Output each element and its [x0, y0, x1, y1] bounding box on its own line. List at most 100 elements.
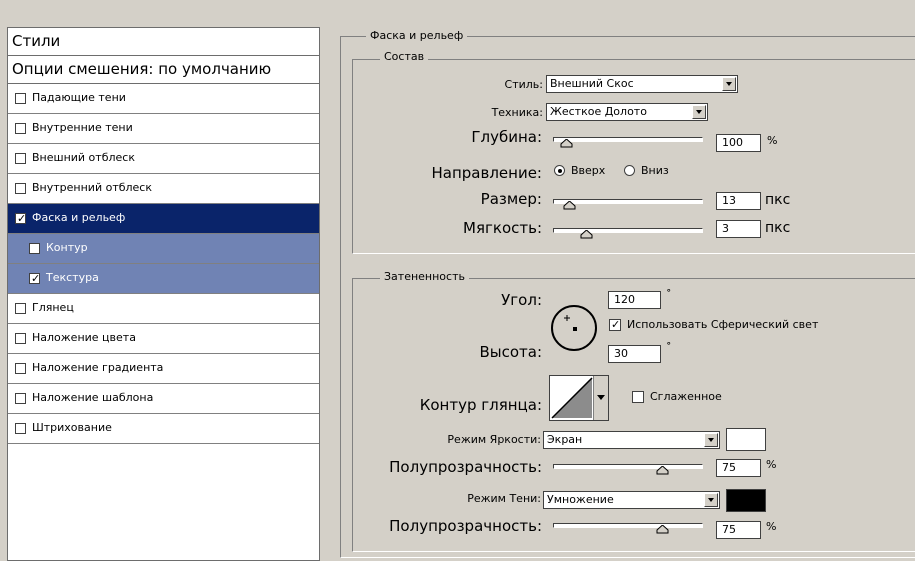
highlight-opacity-input[interactable]: 75: [716, 459, 761, 477]
shadow-opacity-slider[interactable]: [553, 523, 703, 528]
style-item-label: Текстура: [46, 271, 99, 284]
highlight-mode-label: Режим Яркости:: [447, 433, 541, 446]
styles-list-panel: Стили Опции смешения: по умолчанию Падаю…: [7, 27, 320, 561]
highlight-mode-value: Экран: [547, 433, 583, 446]
style-item[interactable]: Контур: [8, 234, 319, 264]
chevron-down-icon[interactable]: [704, 493, 718, 507]
styles-list-empty-area: [8, 444, 319, 560]
size-input[interactable]: 13: [716, 192, 761, 210]
style-item[interactable]: Глянец: [8, 294, 319, 324]
shadow-opacity-input[interactable]: 75: [716, 521, 761, 539]
gloss-contour-picker[interactable]: [549, 375, 609, 421]
angle-label: Угол:: [501, 291, 542, 309]
altitude-label: Высота:: [479, 343, 542, 361]
depth-slider-thumb[interactable]: [560, 138, 573, 148]
bevel-emboss-title: Фаска и рельеф: [366, 29, 468, 42]
depth-label: Глубина:: [471, 128, 542, 146]
depth-unit: %: [767, 134, 778, 147]
style-dropdown[interactable]: Внешний Скос: [546, 75, 738, 93]
highlight-opacity-label: Полупрозрачность:: [389, 458, 542, 476]
style-item[interactable]: ✓ Текстура: [8, 264, 319, 294]
technique-dropdown-value: Жесткое Долото: [550, 105, 647, 118]
style-item-checkbox[interactable]: [15, 393, 26, 404]
check-icon: ✓: [31, 272, 41, 285]
highlight-color-swatch[interactable]: [726, 428, 766, 451]
style-item-checkbox[interactable]: [15, 363, 26, 374]
highlight-opacity-slider[interactable]: [553, 464, 703, 469]
style-item-label: Контур: [46, 241, 88, 254]
chevron-down-icon[interactable]: [722, 77, 736, 91]
shadow-color-swatch[interactable]: [726, 489, 766, 512]
chevron-down-icon[interactable]: [704, 433, 718, 447]
highlight-mode-dropdown[interactable]: Экран: [543, 431, 720, 449]
anti-aliased-label[interactable]: Сглаженное: [650, 390, 722, 403]
soften-slider[interactable]: [553, 228, 703, 233]
angle-unit: ˚: [666, 288, 672, 301]
technique-dropdown[interactable]: Жесткое Долото: [546, 103, 708, 121]
direction-down-label[interactable]: Вниз: [641, 164, 669, 177]
global-light-checkbox[interactable]: ✓: [609, 318, 621, 331]
style-item-label: Наложение цвета: [32, 331, 136, 344]
shadow-opacity-slider-thumb[interactable]: [656, 524, 669, 534]
altitude-unit: ˚: [666, 341, 672, 354]
shadow-mode-value: Умножение: [547, 493, 614, 506]
style-item-label: Штрихование: [32, 421, 112, 434]
style-item-label: Наложение шаблона: [32, 391, 154, 404]
style-item[interactable]: Внешний отблеск: [8, 144, 319, 174]
style-item-checkbox[interactable]: [15, 153, 26, 164]
shadow-mode-dropdown[interactable]: Умножение: [543, 491, 720, 509]
angle-input[interactable]: 120: [608, 291, 661, 309]
style-item-label: Фаска и рельеф: [32, 211, 126, 224]
shading-title: Затененность: [380, 270, 469, 283]
soften-unit: пкс: [765, 220, 791, 236]
direction-up-radio[interactable]: [554, 165, 565, 176]
style-item-checkbox[interactable]: [29, 243, 40, 254]
highlight-opacity-unit: %: [766, 458, 777, 471]
blending-options-item[interactable]: Опции смешения: по умолчанию: [8, 56, 319, 84]
size-slider-thumb[interactable]: [563, 200, 576, 210]
style-item-label: Падающие тени: [32, 91, 126, 104]
style-item-checkbox[interactable]: ✓: [15, 212, 26, 225]
styles-header[interactable]: Стили: [8, 28, 319, 56]
technique-label: Техника:: [491, 106, 543, 119]
structure-title: Состав: [380, 50, 429, 63]
highlight-opacity-slider-thumb[interactable]: [656, 465, 669, 475]
style-item-label: Наложение градиента: [32, 361, 164, 374]
shadow-mode-label: Режим Тени:: [467, 492, 541, 505]
soften-input[interactable]: 3: [716, 220, 761, 238]
style-item[interactable]: ✓ Фаска и рельеф: [8, 204, 319, 234]
style-item[interactable]: Внутренние тени: [8, 114, 319, 144]
style-item-checkbox[interactable]: [15, 123, 26, 134]
chevron-down-icon[interactable]: [692, 105, 706, 119]
style-item-checkbox[interactable]: [15, 183, 26, 194]
global-light-label[interactable]: Использовать Сферический свет: [627, 318, 818, 331]
style-item-checkbox[interactable]: [15, 423, 26, 434]
style-item-checkbox[interactable]: [15, 93, 26, 104]
direction-down-radio[interactable]: [624, 165, 635, 176]
style-item[interactable]: Внутренний отблеск: [8, 174, 319, 204]
depth-input[interactable]: 100: [716, 134, 761, 152]
check-icon: ✓: [611, 318, 621, 331]
soften-label: Мягкость:: [463, 219, 542, 237]
gloss-contour-label: Контур глянца:: [419, 396, 542, 414]
style-item[interactable]: Падающие тени: [8, 84, 319, 114]
direction-up-label[interactable]: Вверх: [571, 164, 605, 177]
soften-slider-thumb[interactable]: [580, 229, 593, 239]
style-item-checkbox[interactable]: ✓: [29, 272, 41, 285]
depth-slider[interactable]: [553, 137, 703, 142]
chevron-down-icon[interactable]: [593, 376, 608, 420]
style-item-label: Внутренние тени: [32, 121, 133, 134]
direction-label: Направление:: [431, 164, 543, 182]
style-item[interactable]: Штрихование: [8, 414, 319, 444]
shadow-opacity-label: Полупрозрачность:: [389, 517, 542, 535]
style-item[interactable]: Наложение шаблона: [8, 384, 319, 414]
shadow-opacity-unit: %: [766, 520, 777, 533]
style-item[interactable]: Наложение цвета: [8, 324, 319, 354]
style-item-label: Внутренний отблеск: [32, 181, 152, 194]
anti-aliased-checkbox[interactable]: [632, 391, 644, 403]
style-item-checkbox[interactable]: [15, 303, 26, 314]
style-item-checkbox[interactable]: [15, 333, 26, 344]
altitude-input[interactable]: 30: [608, 345, 661, 363]
style-item[interactable]: Наложение градиента: [8, 354, 319, 384]
angle-dial[interactable]: [548, 302, 602, 356]
